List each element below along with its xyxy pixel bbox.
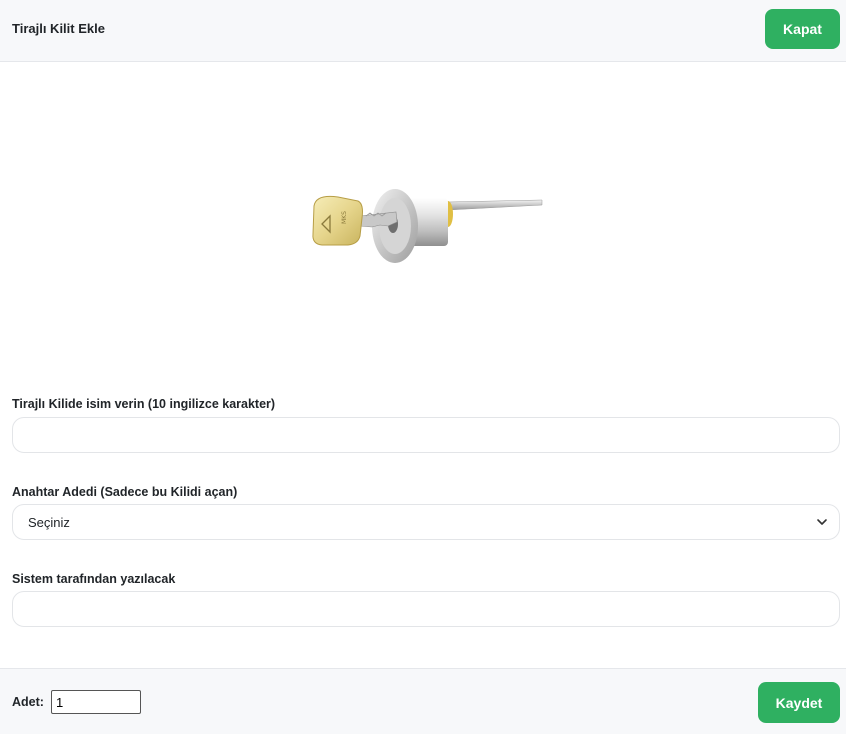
key-count-label: Anahtar Adedi (Sadece bu Kilidi açan) — [12, 485, 238, 499]
key-brand-mark: MKS — [341, 211, 348, 224]
lock-cylinder-image: MKS — [312, 189, 543, 263]
system-field-label: Sistem tarafından yazılacak — [12, 572, 176, 586]
key-count-select[interactable]: Seçiniz — [12, 504, 840, 540]
close-button[interactable]: Kapat — [765, 9, 840, 49]
quantity-input[interactable] — [51, 690, 141, 714]
modal-title: Tirajlı Kilit Ekle — [12, 21, 105, 36]
quantity-label: Adet: — [12, 695, 44, 709]
key-count-selected-value: Seçiniz — [28, 515, 70, 530]
chevron-down-icon — [817, 519, 827, 525]
modal-footer: Adet: Kaydet — [0, 668, 846, 734]
modal-header: Tirajlı Kilit Ekle Kapat — [0, 0, 846, 62]
name-field-label: Tirajlı Kilide isim verin (10 ingilizce … — [12, 397, 276, 411]
system-generated-input[interactable] — [12, 591, 840, 627]
save-button[interactable]: Kaydet — [758, 682, 840, 723]
lock-name-input[interactable] — [12, 417, 840, 453]
